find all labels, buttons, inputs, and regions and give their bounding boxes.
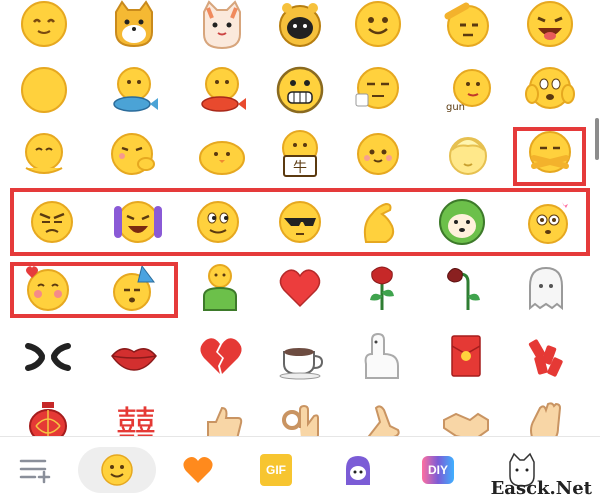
emoji-smirk-cup[interactable] — [348, 60, 408, 120]
emoji-hold-sign[interactable]: 牛 — [270, 124, 330, 184]
emoji-rose[interactable] — [352, 258, 412, 318]
smiley-tab[interactable] — [78, 447, 156, 493]
emoji-broken-heart[interactable] — [190, 326, 250, 386]
emoji-wilted-rose[interactable] — [434, 258, 494, 318]
gif-icon: GIF — [260, 454, 292, 486]
emoji-blonde-hair[interactable] — [438, 124, 498, 184]
emoji-alpaca[interactable] — [352, 326, 412, 386]
emoji-flex-arm[interactable] — [350, 192, 410, 252]
avatar-tab[interactable] — [330, 447, 386, 493]
emoji-anger-symbol[interactable] — [18, 326, 78, 386]
emoji-hands-chin[interactable] — [14, 124, 74, 184]
scrollbar-thumb[interactable] — [595, 118, 599, 160]
sign-text: 牛 — [293, 160, 307, 176]
gif-label: GIF — [266, 463, 286, 477]
emoji-laugh-tears[interactable] — [108, 192, 168, 252]
gif-tab[interactable]: GIF — [248, 447, 304, 493]
gun-text: gun — [446, 102, 465, 113]
manage-icon — [19, 459, 51, 484]
diy-icon: DIY — [422, 456, 454, 484]
emoji-cat[interactable] — [192, 0, 252, 54]
emoji-coffee[interactable] — [272, 326, 332, 386]
emoji-gun-hand[interactable]: gun — [438, 60, 498, 120]
emoji-double-happiness[interactable]: 囍 — [106, 394, 166, 436]
double-happiness-text: 囍 — [116, 404, 156, 436]
emoji-salute[interactable] — [438, 0, 498, 54]
emoji-lantern[interactable] — [18, 394, 78, 436]
emoji-slight-smile[interactable] — [14, 0, 74, 54]
emoji-hold-fish[interactable] — [104, 60, 164, 120]
diy-tab[interactable]: DIY — [410, 447, 466, 493]
emoji-smile[interactable] — [348, 0, 408, 54]
emoji-frog-doge[interactable] — [432, 192, 492, 252]
emoji-thumbs-up[interactable] — [190, 394, 250, 436]
emoji-side-eye[interactable] — [188, 192, 248, 252]
emoji-party-hat[interactable] — [104, 258, 164, 318]
emoji-arms-crossed[interactable] — [520, 124, 580, 184]
emoji-handshake[interactable] — [436, 394, 496, 436]
watermark-text: Easck.Net — [490, 478, 592, 499]
emoji-pinky[interactable] — [352, 394, 412, 436]
smiley-icon — [101, 454, 133, 486]
ghost-avatar-icon — [346, 456, 370, 485]
emoji-red-heart[interactable] — [270, 258, 330, 318]
favorite-tab[interactable] — [170, 447, 226, 493]
manage-tab[interactable] — [10, 447, 58, 493]
emoji-green-man[interactable] — [190, 258, 250, 318]
emoji-red-envelope[interactable] — [436, 326, 496, 386]
heart-icon — [183, 457, 213, 483]
emoji-innocent[interactable] — [348, 124, 408, 184]
emoji-thinking[interactable] — [104, 124, 164, 184]
emoji-grid: gun 牛 囍 — [0, 0, 600, 436]
emoji-frown[interactable] — [22, 192, 82, 252]
diy-label: DIY — [427, 463, 448, 477]
emoji-laughing-tongue[interactable] — [520, 0, 580, 54]
emoji-ghost[interactable] — [516, 258, 576, 318]
emoji-blush-heart[interactable] — [18, 258, 78, 318]
emoji-hold-red-fish[interactable] — [192, 60, 252, 120]
emoji-starry-eyes[interactable] — [518, 192, 578, 252]
emoji-ok-hand[interactable] — [270, 394, 330, 436]
emoji-lips[interactable] — [104, 326, 164, 386]
emoji-panic-hands[interactable] — [520, 60, 580, 120]
emoji-yellow-ball[interactable] — [14, 60, 74, 120]
emoji-shiba-dog[interactable] — [104, 0, 164, 54]
emoji-tiger-ball[interactable] — [270, 0, 330, 54]
emoji-chick[interactable] — [192, 124, 252, 184]
emoji-tab-bar: GIF DIY Easck.Net — [0, 436, 600, 503]
emoji-grin-teeth[interactable] — [270, 60, 330, 120]
emoji-waving-hand[interactable] — [516, 394, 576, 436]
emoji-sunglasses[interactable] — [270, 192, 330, 252]
emoji-firecracker[interactable] — [518, 326, 578, 386]
